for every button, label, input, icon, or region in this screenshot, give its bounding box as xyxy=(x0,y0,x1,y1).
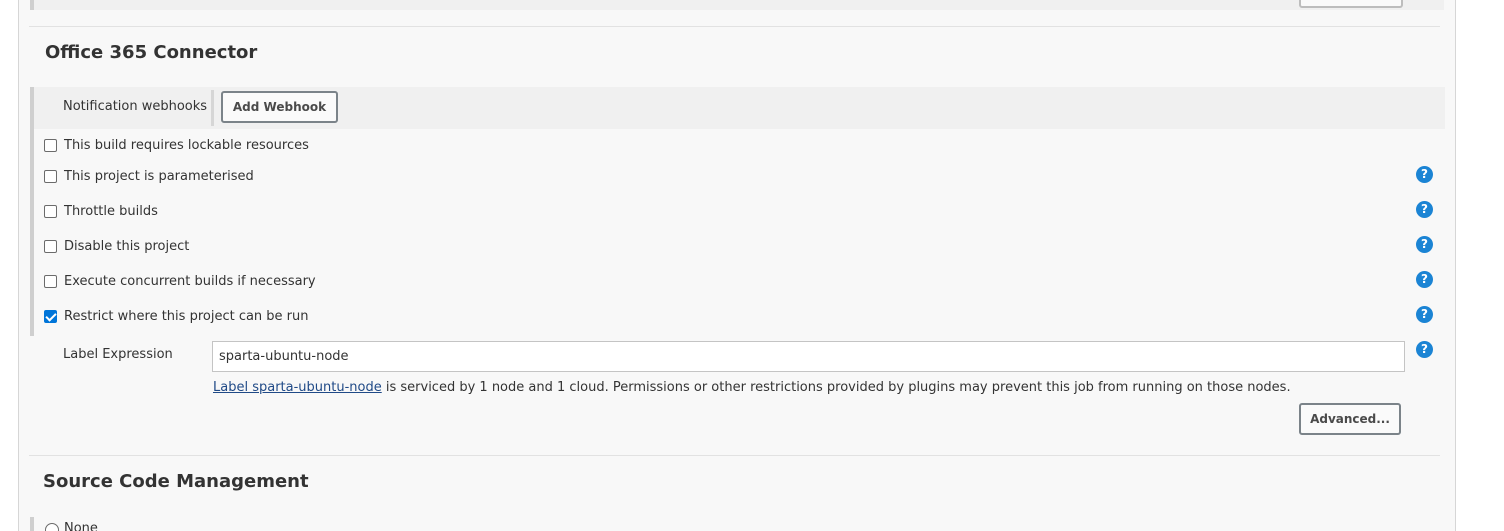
throttle-builds-checkbox[interactable] xyxy=(44,204,57,218)
label-info-message: Label sparta-ubuntu-node is serviced by … xyxy=(213,380,1291,395)
question-circle-icon[interactable]: ? xyxy=(1416,341,1433,358)
previous-section-strip xyxy=(30,0,1444,10)
options-left-bar xyxy=(30,129,34,336)
label-expression-label: Label Expression xyxy=(63,347,173,362)
option-lockable-resources[interactable]: This build requires lockable resources xyxy=(43,136,309,154)
section-divider xyxy=(29,455,1440,456)
job-config-page: Office 365 Connector Notification webhoo… xyxy=(0,0,1504,531)
scm-none-radio[interactable] xyxy=(45,523,59,531)
webhook-row-separator xyxy=(211,90,214,126)
section-divider xyxy=(29,26,1440,27)
option-label: This project is parameterised xyxy=(64,168,254,184)
question-circle-icon[interactable]: ? xyxy=(1416,271,1433,288)
notification-webhooks-label: Notification webhooks xyxy=(63,99,208,114)
question-circle-icon[interactable]: ? xyxy=(1416,166,1433,183)
option-label: Restrict where this project can be run xyxy=(64,308,309,324)
question-circle-icon[interactable]: ? xyxy=(1416,306,1433,323)
label-info-text: is serviced by 1 node and 1 cloud. Permi… xyxy=(381,380,1291,395)
disable-project-checkbox[interactable] xyxy=(44,239,57,253)
label-expression-input[interactable] xyxy=(212,341,1405,372)
previous-section-button[interactable] xyxy=(1299,0,1403,8)
scm-left-bar xyxy=(30,517,34,531)
option-label: Throttle builds xyxy=(64,203,158,219)
config-panel xyxy=(18,0,1456,531)
option-restrict-where-run[interactable]: Restrict where this project can be run xyxy=(43,307,309,325)
option-label: Execute concurrent builds if necessary xyxy=(64,273,316,289)
parameterised-checkbox[interactable] xyxy=(44,169,57,183)
option-label: This build requires lockable resources xyxy=(64,137,309,153)
advanced-button[interactable]: Advanced... xyxy=(1299,403,1401,435)
add-webhook-button[interactable]: Add Webhook xyxy=(221,91,338,123)
lockable-resources-checkbox[interactable] xyxy=(44,138,57,152)
restrict-where-run-checkbox[interactable] xyxy=(44,309,57,323)
office365-section-title: Office 365 Connector xyxy=(45,42,258,63)
option-concurrent-builds[interactable]: Execute concurrent builds if necessary xyxy=(43,272,316,290)
label-link[interactable]: Label sparta-ubuntu-node xyxy=(213,380,382,395)
question-circle-icon[interactable]: ? xyxy=(1416,201,1433,218)
option-disable-project[interactable]: Disable this project xyxy=(43,237,189,255)
question-circle-icon[interactable]: ? xyxy=(1416,236,1433,253)
scm-section-title: Source Code Management xyxy=(43,471,309,492)
option-parameterised[interactable]: This project is parameterised xyxy=(43,167,254,185)
concurrent-builds-checkbox[interactable] xyxy=(44,274,57,288)
scm-none-label: None xyxy=(64,521,98,531)
option-label: Disable this project xyxy=(64,238,190,254)
option-throttle-builds[interactable]: Throttle builds xyxy=(43,202,158,220)
notification-webhooks-row: Notification webhooks Add Webhook xyxy=(30,87,1445,129)
